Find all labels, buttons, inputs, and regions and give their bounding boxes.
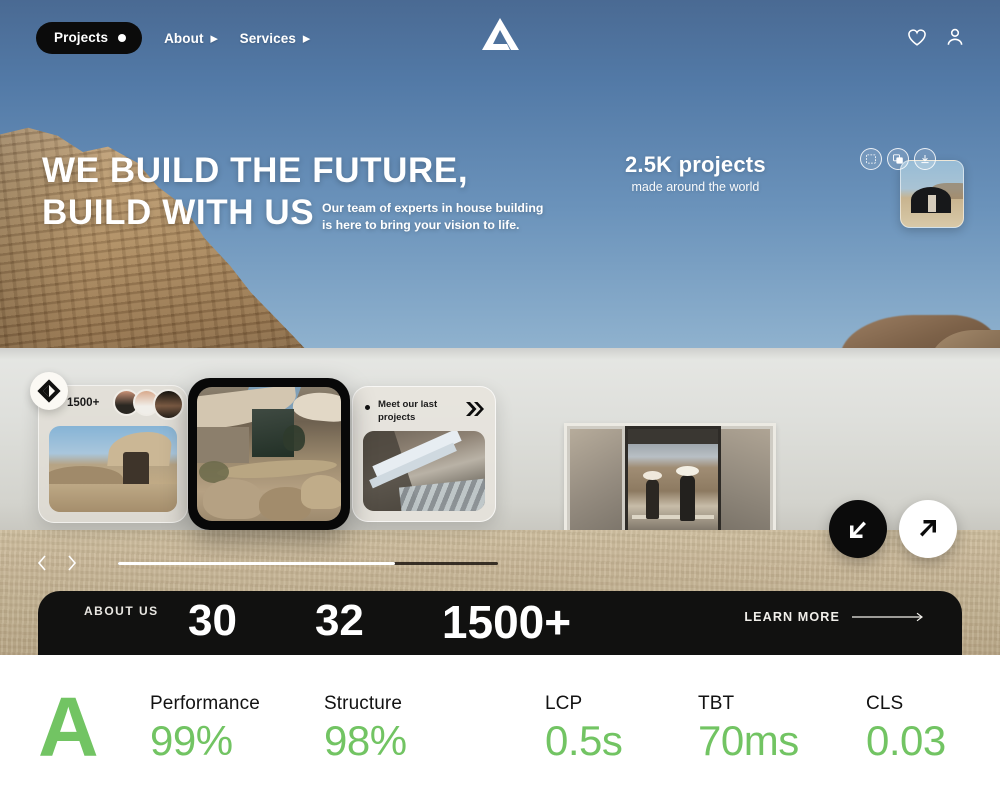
window-sliding-door: [625, 426, 721, 539]
metric-cls: CLS 0.03: [866, 693, 946, 765]
navbar-left-group: Projects About ▶ Services ▶: [36, 22, 310, 54]
photo-stair-grid: [398, 478, 485, 511]
hero-subtext: Our team of experts in house building is…: [322, 200, 543, 235]
chevron-right-icon: ▶: [210, 33, 218, 43]
learn-more-label: LEARN MORE: [744, 610, 840, 624]
carousel-prev-button[interactable]: [34, 553, 50, 573]
carousel-next-button[interactable]: [64, 553, 80, 573]
carousel-card-featured[interactable]: [188, 378, 350, 530]
active-dot-icon: [118, 33, 127, 42]
metric-structure-value: 98%: [324, 717, 407, 764]
projects-stat-caption: made around the world: [631, 180, 760, 194]
about-statistics: 30 32 1500+: [188, 596, 572, 648]
card-projects-title-line1: Meet our last: [378, 399, 438, 410]
scroll-down-button[interactable]: [829, 500, 887, 558]
building-window: [564, 423, 776, 539]
nav-item-about-label: About: [164, 30, 204, 46]
metric-lcp: LCP 0.5s: [545, 693, 623, 765]
photo-plant: [283, 425, 305, 451]
hero-subtext-line1: Our team of experts in house building: [322, 201, 544, 215]
person-silhouette: [643, 471, 662, 519]
nav-item-projects[interactable]: Projects: [36, 22, 143, 54]
metric-cls-label: CLS: [866, 693, 904, 714]
brand-logo[interactable]: [477, 14, 523, 54]
wall-top-shadow: [0, 348, 1000, 360]
crop-select-icon[interactable]: [860, 148, 882, 170]
metric-structure: Structure 98%: [324, 693, 407, 765]
community-count-label: 1500+: [67, 397, 100, 409]
chevron-brand-icon: [464, 399, 484, 419]
open-external-button[interactable]: [899, 500, 957, 558]
window-railing: [632, 515, 714, 519]
about-stat-projects: 1500+: [441, 596, 572, 648]
photo-wall: [197, 427, 249, 463]
photo-ground: [49, 484, 177, 512]
about-stat-years: 30: [188, 596, 237, 645]
projects-stat-number: 2.5K projects: [625, 152, 766, 177]
metric-performance-label: Performance: [150, 693, 260, 714]
metric-cls-value: 0.03: [866, 717, 946, 764]
download-icon[interactable]: [914, 148, 936, 170]
carousel-progress-fill: [118, 562, 396, 565]
metric-tbt-value: 70ms: [698, 717, 799, 764]
copy-layers-icon[interactable]: [887, 148, 909, 170]
carousel-card-projects[interactable]: Meet our last projects: [352, 386, 496, 522]
site-navbar: Projects About ▶ Services ▶: [0, 0, 1000, 76]
heart-icon[interactable]: [906, 26, 928, 48]
hero-subtext-line2: is here to bring your vision to life.: [322, 218, 520, 233]
metric-performance: Performance 99%: [150, 693, 260, 765]
screenshot-root: Projects About ▶ Services ▶ WE BUILD THE…: [0, 0, 1000, 798]
about-us-label: ABOUT US: [84, 604, 159, 618]
image-tools-toolbar: [860, 148, 936, 170]
desert-house-photo: [49, 426, 177, 512]
overall-grade: A: [38, 680, 99, 774]
arrow-right-icon: [852, 612, 923, 622]
navbar-right-group: [906, 26, 966, 48]
website-preview: Projects About ▶ Services ▶ WE BUILD THE…: [0, 0, 1000, 655]
carousel-navigation: [34, 553, 80, 573]
projects-stat: 2.5K projects made around the world: [625, 152, 766, 194]
carousel-progress-bar[interactable]: [118, 562, 498, 565]
nav-item-about[interactable]: About ▶: [164, 31, 218, 46]
card-projects-title-line2: projects: [378, 411, 416, 423]
window-pane-left: [570, 429, 622, 533]
about-stat-awards: 32: [314, 596, 364, 645]
user-icon[interactable]: [944, 26, 966, 48]
card-projects-title: Meet our last projects: [378, 399, 452, 425]
nav-item-services[interactable]: Services ▶: [240, 31, 310, 46]
metric-tbt-label: TBT: [698, 693, 735, 714]
metric-performance-value: 99%: [150, 717, 233, 764]
nav-item-services-label: Services: [239, 30, 296, 46]
diamond-brand-badge: [30, 372, 68, 410]
metric-lcp-value: 0.5s: [545, 717, 623, 764]
dome-house-thumbnail[interactable]: [900, 160, 964, 228]
metric-lcp-label: LCP: [545, 693, 583, 714]
avatar: [153, 389, 184, 420]
performance-metrics-bar: A Performance 99% Structure 98% LCP 0.5s…: [0, 655, 1000, 798]
thumbnail-door: [928, 195, 936, 212]
modern-desert-villa-photo: [197, 387, 341, 521]
nav-item-projects-label: Projects: [54, 30, 109, 45]
window-pane-right: [718, 429, 770, 533]
concrete-architecture-photo: [363, 431, 485, 511]
photo-boulder: [203, 479, 263, 519]
bullet-dot-icon: [365, 405, 370, 410]
about-us-bar: ABOUT US 30 32 1500+ LEARN MORE: [38, 591, 962, 655]
learn-more-button[interactable]: LEARN MORE: [744, 610, 926, 624]
metric-structure-label: Structure: [324, 693, 402, 714]
chevron-right-icon: ▶: [302, 33, 310, 43]
metric-tbt: TBT 70ms: [698, 693, 799, 765]
avatar-group: [113, 389, 184, 420]
person-silhouette: [676, 466, 699, 521]
photo-curved-canopy: [291, 390, 341, 424]
photo-boulder: [301, 475, 341, 509]
hero-headline-line1: WE BUILD THE FUTURE,: [42, 151, 469, 190]
